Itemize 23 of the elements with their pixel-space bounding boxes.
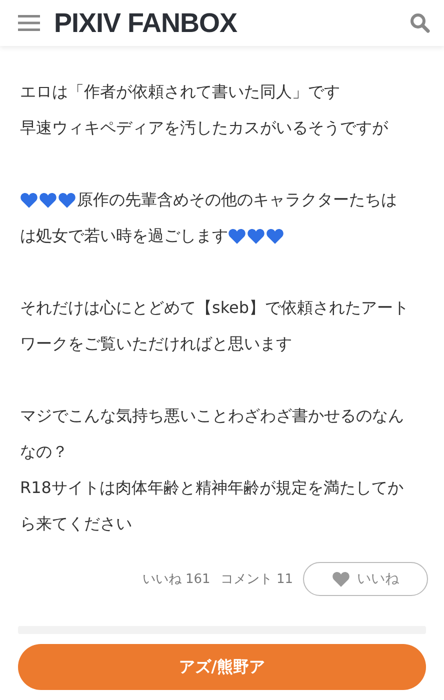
post-text: マジでこんな気持ち悪いことわざわざ書かせるのなん xyxy=(20,406,404,426)
heart-icon xyxy=(20,192,38,208)
heart-icon xyxy=(39,192,57,208)
heart-icon xyxy=(266,228,284,244)
post-text: 原作の先輩含めその他のキャラクターたちは xyxy=(77,190,397,210)
post-text: ら来てください xyxy=(20,514,132,534)
post-text: エロは「作者が依頼されて書いた同人」です xyxy=(20,82,340,102)
heart-icon xyxy=(228,228,246,244)
post-text: R18サイトは肉体年齢と精神年齢が規定を満たしてか xyxy=(20,478,404,498)
like-button[interactable]: いいね xyxy=(303,562,428,596)
like-count: いいね 161 xyxy=(142,571,210,588)
post-text: ワークをご覧いただければと思います xyxy=(20,334,292,354)
heart-icon xyxy=(58,192,76,208)
post-text: それだけは心にとどめて【skeb】で依頼されたアート xyxy=(20,298,410,318)
post-text: なの？ xyxy=(20,442,68,462)
post-text: は処女で若い時を過ごします xyxy=(20,226,228,246)
search-icon[interactable] xyxy=(410,13,430,33)
logo[interactable]: PIXIV FANBOX xyxy=(54,8,396,38)
comment-count: コメント 11 xyxy=(220,571,293,588)
creator-button[interactable]: アズ/熊野ア xyxy=(18,644,426,690)
post-text: 早速ウィキペディアを汚したカスがいるそうですが xyxy=(20,118,388,138)
menu-icon[interactable] xyxy=(18,15,40,31)
heart-icon xyxy=(247,228,265,244)
